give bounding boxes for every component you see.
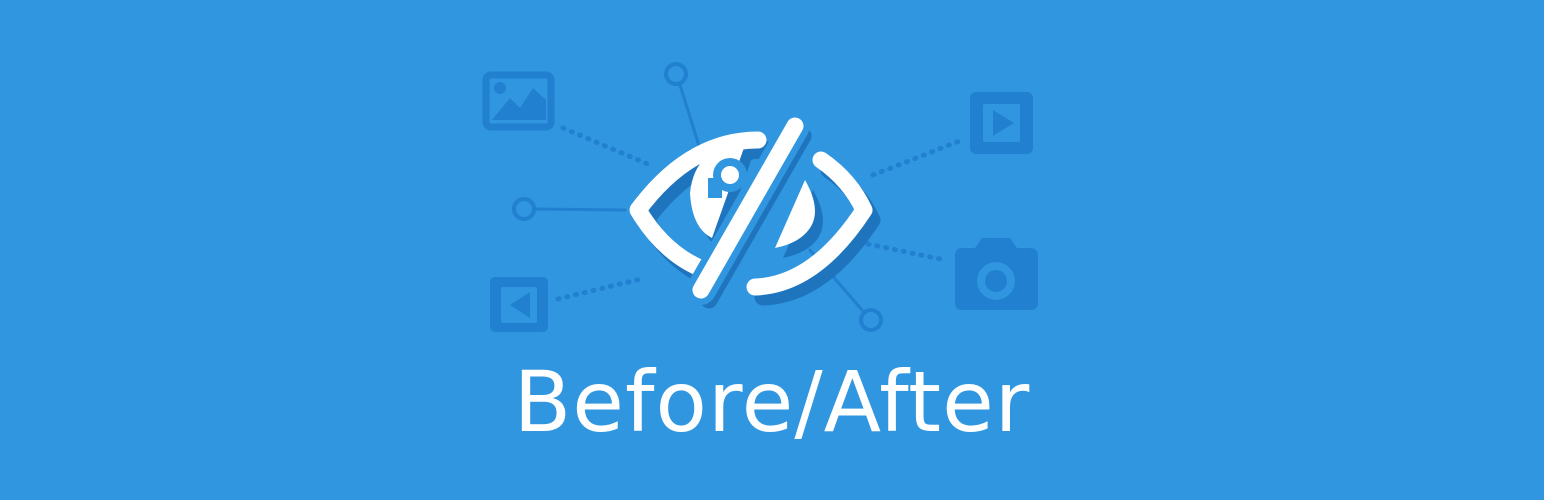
plugin-banner: Before/After bbox=[0, 0, 1544, 500]
node-circle bbox=[859, 308, 883, 332]
connector-dotted bbox=[865, 241, 948, 263]
play-video-icon bbox=[970, 92, 1033, 154]
back-video-icon bbox=[490, 277, 548, 332]
node-circle bbox=[512, 197, 536, 221]
connector-dotted bbox=[555, 275, 648, 302]
connector-line bbox=[533, 207, 627, 212]
connector-dotted bbox=[560, 125, 653, 168]
banner-title: Before/After bbox=[513, 353, 1031, 451]
camera-icon bbox=[955, 238, 1038, 310]
image-icon bbox=[482, 71, 555, 131]
node-circle bbox=[664, 62, 688, 86]
connector-dotted bbox=[870, 137, 965, 178]
